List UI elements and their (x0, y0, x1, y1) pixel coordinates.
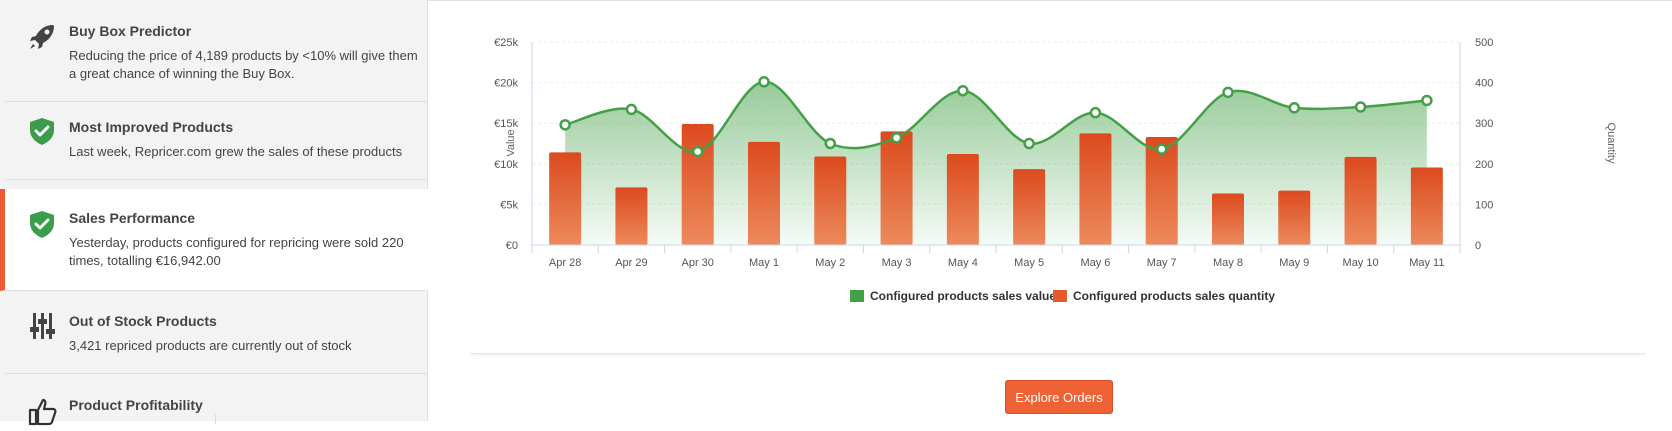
y-axis-label: Value (505, 129, 517, 156)
legend-label-quantity[interactable]: Configured products sales quantity (1073, 289, 1275, 303)
quantity-bar[interactable] (880, 131, 913, 245)
value-point[interactable] (559, 119, 571, 131)
value-point[interactable] (1421, 94, 1433, 107)
sidebar-item-product-profitability[interactable]: Product Profitability (5, 374, 427, 426)
x-tick-label: May 8 (1213, 257, 1243, 269)
x-tick-label: May 4 (948, 257, 978, 269)
y-tick-label: €5k (500, 199, 518, 211)
y-tick-label: €0 (506, 240, 518, 252)
legend-swatch-quantity (1053, 290, 1067, 302)
sidebar-item-title: Product Profitability (69, 397, 203, 413)
value-point[interactable] (625, 103, 638, 116)
value-point[interactable] (1023, 137, 1035, 150)
chart-legend: Configured products sales value Configur… (850, 289, 1275, 303)
sidebar-item-sales-performance[interactable]: Sales Performance Yesterday, products co… (0, 189, 428, 291)
y2-tick-label: 500 (1475, 37, 1493, 49)
value-point[interactable] (1354, 101, 1367, 113)
sidebar-item-description: 3,421 repriced products are currently ou… (69, 338, 352, 353)
legend-label-value[interactable]: Configured products sales value (870, 289, 1056, 303)
quantity-bar[interactable] (1212, 193, 1244, 245)
rocket-icon (27, 22, 57, 52)
y-tick-label: €15k (494, 118, 518, 130)
value-point[interactable] (691, 145, 704, 158)
y-tick-label: €25k (494, 37, 518, 49)
shield-check-icon (27, 209, 57, 239)
y2-tick-label: 0 (1475, 240, 1481, 252)
explore-orders-button[interactable]: Explore Orders (1005, 380, 1113, 414)
sidebar-item-title: Most Improved Products (69, 119, 234, 135)
y2-axis-label: Quantity (1605, 123, 1617, 164)
x-tick-label: May 10 (1343, 257, 1379, 269)
chart-svg: €0 €5k €10k €15k €20k €25k 0 100 200 300 400 500 Apr… (494, 37, 1617, 303)
y2-tick-label: 400 (1475, 78, 1493, 90)
sidebar-item-title: Out of Stock Products (69, 313, 217, 329)
x-tick-label: Apr 30 (682, 257, 714, 269)
x-tick-label: May 11 (1409, 257, 1444, 269)
sidebar-item-description: Yesterday, products configured for repri… (69, 235, 404, 268)
x-tick-label: Apr 28 (549, 257, 581, 269)
value-point[interactable] (1288, 102, 1301, 114)
x-tick-label: Apr 29 (615, 257, 647, 269)
quantity-bar[interactable] (681, 124, 714, 245)
sidebar-item-buy-box-predictor[interactable]: Buy Box Predictor Reducing the price of … (5, 0, 427, 102)
quantity-bar[interactable] (748, 141, 780, 245)
quantity-bar[interactable] (946, 154, 979, 245)
value-point[interactable] (824, 137, 837, 150)
quantity-bar[interactable] (549, 152, 582, 245)
value-point[interactable] (890, 132, 903, 144)
sidebar-item-out-of-stock-products[interactable]: Out of Stock Products 3,421 repriced pro… (5, 291, 427, 374)
y2-tick-label: 200 (1475, 159, 1493, 171)
sidebar-item-description: Last week, Repricer.com grew the sales o… (69, 144, 403, 159)
quantity-bar[interactable] (615, 187, 648, 245)
quantity-bar[interactable] (814, 156, 847, 245)
x-tick-label: May 1 (749, 257, 779, 269)
quantity-bar[interactable] (1278, 190, 1311, 245)
insights-sidebar: Buy Box Predictor Reducing the price of … (0, 0, 428, 426)
value-point[interactable] (1089, 106, 1102, 119)
value-point[interactable] (758, 76, 770, 88)
x-tick-label: May 9 (1279, 257, 1309, 269)
x-tick-label: May 2 (815, 257, 845, 269)
value-point[interactable] (1155, 143, 1168, 155)
quantity-bar[interactable] (1079, 133, 1112, 245)
legend-swatch-value (850, 290, 864, 302)
sidebar-item-title: Sales Performance (69, 210, 196, 226)
y-tick-label: €10k (494, 159, 518, 171)
value-point[interactable] (1222, 86, 1234, 99)
x-tick-label: May 3 (882, 257, 912, 269)
tab-divider (215, 414, 216, 424)
sliders-icon (27, 311, 57, 341)
thumbs-up-icon (27, 396, 57, 426)
sidebar-item-title: Buy Box Predictor (69, 23, 192, 39)
y-tick-label: €20k (494, 78, 518, 90)
y2-tick-label: 300 (1475, 118, 1493, 130)
quantity-bar[interactable] (1344, 156, 1377, 245)
quantity-bar[interactable] (1410, 167, 1443, 245)
shield-check-icon (27, 116, 57, 146)
quantity-bar[interactable] (1013, 169, 1046, 245)
sidebar-item-most-improved-products[interactable]: Most Improved Products Last week, Repric… (5, 102, 427, 180)
x-tick-label: May 5 (1014, 257, 1044, 269)
sidebar-item-description: Reducing the price of 4,189 products by … (69, 48, 418, 81)
y2-tick-label: 100 (1475, 199, 1493, 211)
x-tick-label: May 6 (1080, 257, 1110, 269)
sales-performance-chart: €0 €5k €10k €15k €20k €25k 0 100 200 300 400 500 Apr… (470, 30, 1646, 354)
x-tick-label: May 7 (1147, 257, 1177, 269)
value-point[interactable] (957, 84, 969, 97)
